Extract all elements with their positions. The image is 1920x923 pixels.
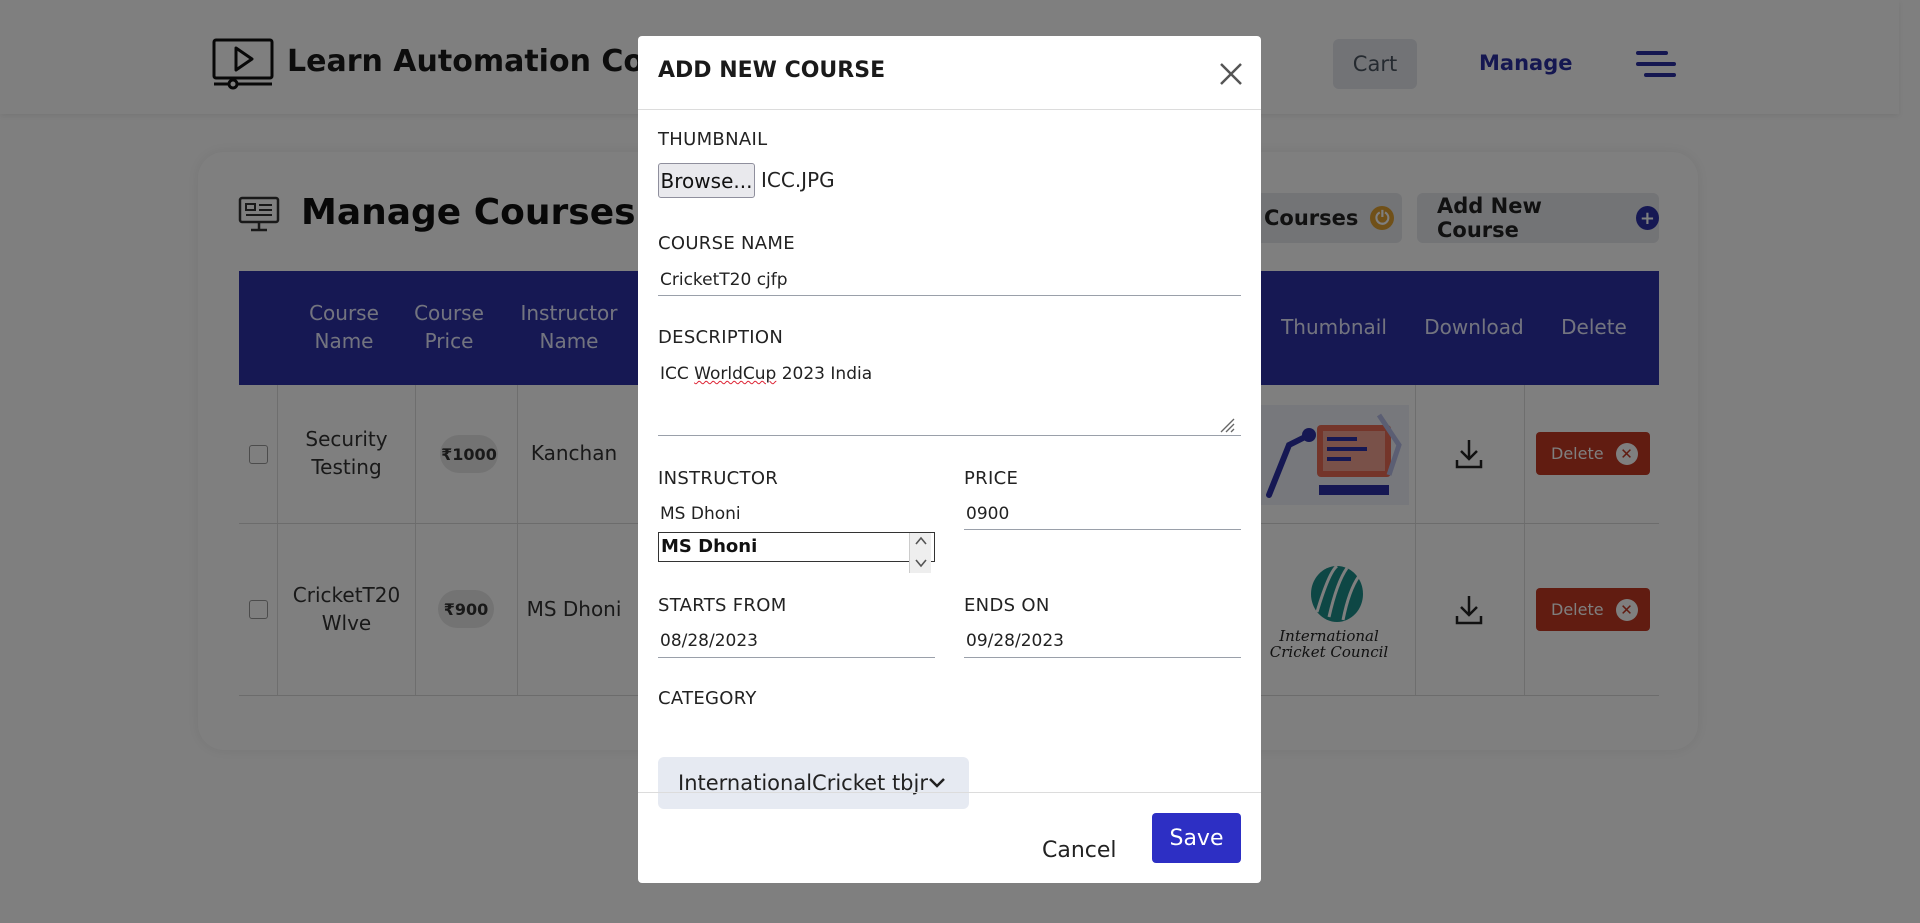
course-name-label: COURSE NAME — [658, 233, 795, 254]
description-textarea[interactable]: ICC WorldCup 2023 India — [658, 360, 1241, 436]
add-course-modal: ADD NEW COURSE THUMBNAIL Browse... ICC.J… — [638, 36, 1261, 883]
category-label: CATEGORY — [658, 688, 757, 709]
price-input[interactable] — [964, 498, 1241, 530]
instructor-input[interactable] — [658, 498, 935, 530]
thumbnail-label: THUMBNAIL — [658, 129, 768, 150]
save-button[interactable]: Save — [1152, 813, 1241, 863]
chevron-up-icon[interactable] — [914, 535, 928, 547]
chevron-down-icon[interactable] — [914, 557, 928, 569]
description-label: DESCRIPTION — [658, 327, 784, 348]
autocomplete-suggestion[interactable]: MS Dhoni — [658, 532, 935, 573]
price-label: PRICE — [964, 468, 1019, 489]
description-text-start: ICC — [660, 364, 695, 384]
suggestion-spinner[interactable] — [909, 533, 931, 573]
start-date-input[interactable] — [658, 625, 935, 658]
resize-grip-icon[interactable] — [1219, 417, 1235, 433]
end-date-input[interactable] — [964, 625, 1241, 658]
selected-file-name: ICC.JPG — [761, 168, 835, 192]
suggestion-text: MS Dhoni — [661, 536, 758, 557]
instructor-label: INSTRUCTOR — [658, 468, 779, 489]
modal-title: ADD NEW COURSE — [658, 58, 886, 83]
starts-from-label: STARTS FROM — [658, 595, 787, 616]
browse-file-button[interactable]: Browse... — [658, 163, 755, 198]
category-select[interactable]: InternationalCricket tbjr — [658, 757, 969, 809]
ends-on-label: ENDS ON — [964, 595, 1050, 616]
modal-footer-divider — [638, 792, 1261, 793]
cancel-button[interactable]: Cancel — [1042, 838, 1117, 863]
description-text-end: 2023 India — [776, 364, 873, 384]
modal-header: ADD NEW COURSE — [638, 36, 1261, 110]
chevron-down-icon — [929, 778, 945, 788]
close-icon[interactable] — [1218, 61, 1244, 87]
misspelled-word: WorldCup — [694, 364, 777, 384]
course-name-input[interactable] — [658, 264, 1241, 296]
